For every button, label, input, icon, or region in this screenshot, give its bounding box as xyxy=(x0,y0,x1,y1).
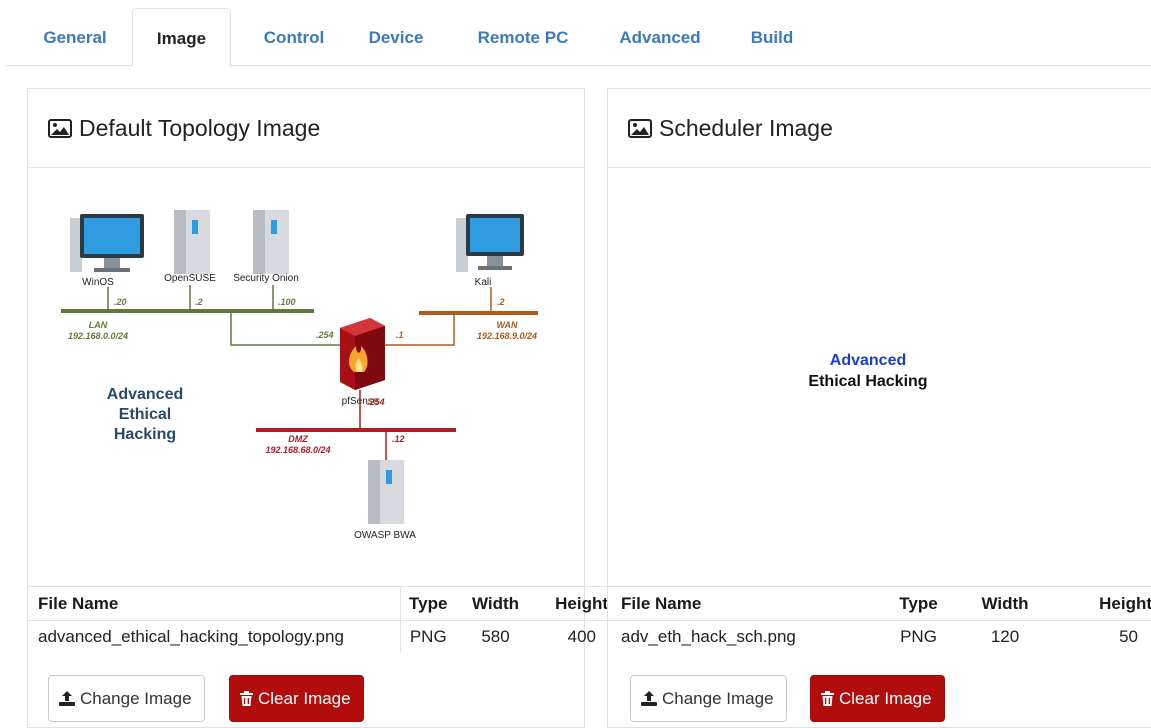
security-onion-label: Security Onion xyxy=(233,273,299,284)
tab-remote-pc[interactable]: Remote PC xyxy=(458,8,588,66)
trash-icon xyxy=(821,691,834,706)
diagram-heading-line-3: Hacking xyxy=(114,426,176,443)
clear-image-label: Clear Image xyxy=(839,689,932,708)
diagram-heading-line-1: Advanced xyxy=(107,386,183,403)
card-title: Default Topology Image xyxy=(48,115,320,142)
header-file-name: File Name xyxy=(28,586,400,621)
clear-image-label: Clear Image xyxy=(258,689,351,708)
tab-control[interactable]: Control xyxy=(244,8,344,66)
tab-bar: General Image Control Device Remote PC A… xyxy=(6,0,1151,67)
scheduler-image: Advanced Ethical Hacking xyxy=(608,168,1151,586)
dmz-name-label: DMZ xyxy=(288,434,308,444)
wan-firewall-link xyxy=(385,313,455,346)
dmz-net-label: 192.168.68.0/24 xyxy=(265,445,330,455)
cell-height: 400 xyxy=(535,620,608,653)
header-file-name: File Name xyxy=(608,586,886,621)
lan-net-label: 192.168.0.0/24 xyxy=(68,331,128,341)
table-row: advanced_ethical_hacking_topology.png PN… xyxy=(28,620,608,653)
change-image-button[interactable]: Change Image xyxy=(630,675,787,722)
lan-name-label: LAN xyxy=(89,320,108,330)
tab-general[interactable]: General xyxy=(32,8,118,66)
trash-icon xyxy=(240,691,253,706)
wan-name-label: WAN xyxy=(497,320,518,330)
change-image-button[interactable]: Change Image xyxy=(48,675,205,722)
change-image-label: Change Image xyxy=(662,689,774,708)
scheduler-image-line-2: Ethical Hacking xyxy=(808,373,928,390)
cell-height: 50 xyxy=(1059,620,1151,653)
cell-type: PNG xyxy=(886,620,951,653)
card-title: Scheduler Image xyxy=(628,115,833,142)
winos-host-label: .20 xyxy=(114,297,127,307)
table-row: adv_eth_hack_sch.png PNG 120 50 xyxy=(608,620,1151,653)
pfsense-wan-host-label: .1 xyxy=(396,330,404,340)
header-width: Width xyxy=(951,586,1059,621)
opensuse-server-icon xyxy=(174,210,210,274)
card-title-text: Default Topology Image xyxy=(79,115,321,141)
card-header: Scheduler Image xyxy=(608,89,1151,168)
opensuse-label: OpenSUSE xyxy=(164,273,216,284)
image-icon xyxy=(628,119,652,138)
cell-width: 580 xyxy=(456,620,535,653)
security-onion-server-icon xyxy=(253,210,289,274)
cell-width: 120 xyxy=(951,620,1059,653)
upload-icon xyxy=(59,691,75,706)
topology-file-info-table: File Name Type Width Height advanced_eth… xyxy=(28,586,608,653)
clear-image-button[interactable]: Clear Image xyxy=(229,675,364,722)
tab-advanced[interactable]: Advanced xyxy=(604,8,716,66)
card-header: Default Topology Image xyxy=(28,89,584,168)
tab-build[interactable]: Build xyxy=(734,8,810,66)
topology-diagram: WinOS OpenSUSE Security Onion Kali .20 .… xyxy=(61,210,538,541)
kali-label: Kali xyxy=(475,277,492,288)
topology-image: WinOS OpenSUSE Security Onion Kali .20 .… xyxy=(28,168,584,586)
clear-image-button[interactable]: Clear Image xyxy=(810,675,945,722)
card-title-text: Scheduler Image xyxy=(659,115,833,141)
pfsense-dmz-host-label: .254 xyxy=(367,397,385,407)
tab-device[interactable]: Device xyxy=(352,8,440,66)
tab-image[interactable]: Image xyxy=(132,8,231,67)
pfsense-lan-host-label: .254 xyxy=(316,330,334,340)
header-type: Type xyxy=(886,586,951,621)
winos-computer-icon xyxy=(70,214,144,272)
table-header-row: File Name Type Width Height xyxy=(28,586,608,621)
header-type: Type xyxy=(399,586,456,621)
winos-label: WinOS xyxy=(82,277,114,288)
scheduler-file-info-table: File Name Type Width Height adv_eth_hack… xyxy=(608,586,1151,653)
header-height: Height xyxy=(1059,586,1151,621)
pfsense-firewall-icon xyxy=(340,318,385,390)
security-onion-host-label: .100 xyxy=(278,297,296,307)
change-image-label: Change Image xyxy=(80,689,192,708)
table-header-row: File Name Type Width Height xyxy=(608,586,1151,621)
owasp-bwa-label: OWASP BWA xyxy=(354,530,416,541)
scheduler-image-line-1: Advanced xyxy=(829,352,907,369)
owasp-host-label: .12 xyxy=(392,434,405,444)
cell-type: PNG xyxy=(399,620,456,653)
header-height: Height xyxy=(535,586,608,621)
owasp-bwa-server-icon xyxy=(368,460,404,524)
upload-icon xyxy=(641,691,657,706)
header-width: Width xyxy=(456,586,535,621)
cell-file-name: advanced_ethical_hacking_topology.png xyxy=(28,620,400,653)
default-topology-card: Default Topology Image WinOS OpenSUSE Se… xyxy=(27,88,608,728)
opensuse-host-label: .2 xyxy=(195,297,203,307)
image-icon xyxy=(48,119,72,138)
cell-file-name: adv_eth_hack_sch.png xyxy=(608,620,886,653)
kali-computer-icon xyxy=(456,214,524,272)
wan-net-label: 192.168.9.0/24 xyxy=(477,331,537,341)
scheduler-image-card: Scheduler Image Advanced Ethical Hacking… xyxy=(607,88,1151,728)
kali-host-label: .2 xyxy=(497,297,505,307)
diagram-heading-line-2: Ethical xyxy=(119,406,171,423)
